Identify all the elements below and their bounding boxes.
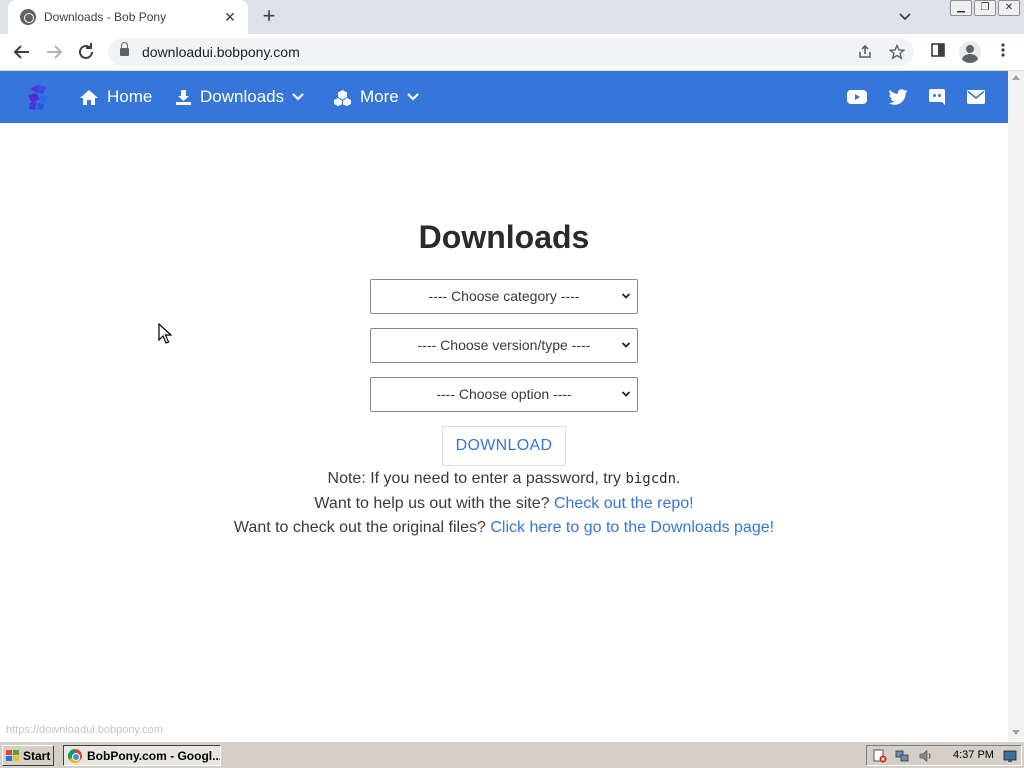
twitter-icon[interactable] [887, 86, 909, 108]
password-note-end: . [676, 470, 681, 487]
download-button[interactable]: DOWNLOAD [442, 426, 566, 466]
repo-note: Want to help us out with the site? Check… [0, 495, 1008, 513]
password-note: Note: If you need to enter a password, t… [0, 470, 1008, 488]
mail-icon[interactable] [965, 86, 987, 108]
discord-icon[interactable] [926, 86, 948, 108]
option-select-value: ---- Choose option ---- [436, 386, 572, 402]
url-text: downloadui.bobpony.com [142, 44, 300, 60]
downloads-page-link[interactable]: Click here to go to the Downloads page! [490, 519, 774, 536]
browser-toolbar: downloadui.bobpony.com [0, 34, 1024, 71]
files-note: Want to check out the original files? Cl… [0, 519, 1008, 537]
minimize-button[interactable]: ▁ [950, 0, 972, 16]
taskbar-chrome-window[interactable]: BobPony.com - Googl... [63, 745, 221, 766]
tab-search-icon[interactable] [896, 8, 914, 26]
chevron-down-icon [621, 342, 631, 348]
kebab-menu-icon[interactable] [993, 42, 1013, 62]
download-icon [176, 89, 191, 105]
files-note-text: Want to check out the original files? [233, 519, 491, 536]
taskbar-clock[interactable]: 4:37 PM [953, 749, 994, 761]
mouse-cursor-icon [158, 323, 172, 344]
password-note-text: Note: If you need to enter a password, t… [327, 470, 626, 487]
start-label: Start [23, 748, 51, 763]
chevron-down-icon [406, 93, 419, 101]
windows-logo-icon [6, 749, 19, 761]
version-select-value: ---- Choose version/type ---- [417, 337, 591, 353]
nav-home[interactable]: Home [79, 71, 152, 123]
chevron-down-icon [292, 93, 304, 101]
taskbar-window-label: BobPony.com - Googl... [87, 748, 221, 763]
side-panel-icon[interactable] [928, 42, 948, 62]
site-navbar: Home Downloads More [0, 71, 1008, 123]
nav-home-label: Home [107, 87, 153, 106]
version-select[interactable]: ---- Choose version/type ---- [370, 328, 638, 363]
os-taskbar: Start BobPony.com - Googl... 4:37 PM [0, 741, 1024, 768]
window-controls: ▁ ❐ ✕ [950, 0, 1020, 16]
close-window-button[interactable]: ✕ [998, 0, 1020, 16]
scroll-up-arrow-icon[interactable] [1012, 75, 1020, 80]
status-bar-url: https://downloadui.bobpony.com [6, 724, 163, 736]
chevron-down-icon [621, 391, 631, 397]
security-alert-icon[interactable] [873, 749, 887, 763]
browser-tab-strip: Downloads - Bob Pony ✕ + ▁ ❐ ✕ [0, 0, 1024, 34]
cubes-icon [334, 89, 351, 106]
show-desktop-icon[interactable] [1003, 749, 1017, 763]
network-icon[interactable] [895, 749, 909, 763]
chrome-icon [68, 748, 82, 763]
volume-icon[interactable] [919, 749, 933, 763]
page-scrollbar[interactable] [1008, 71, 1024, 741]
page-title: Downloads [418, 219, 590, 255]
address-bar[interactable]: downloadui.bobpony.com [108, 38, 914, 66]
scroll-down-arrow-icon[interactable] [1012, 730, 1020, 735]
password-code: bigcdn [625, 471, 677, 487]
browser-tab[interactable]: Downloads - Bob Pony ✕ [8, 0, 248, 34]
profile-avatar-icon[interactable] [959, 41, 981, 63]
new-tab-button[interactable]: + [258, 5, 280, 28]
share-icon[interactable] [856, 44, 874, 62]
nav-more-label: More [360, 87, 399, 106]
forward-button[interactable] [42, 40, 66, 64]
main-content: Downloads ---- Choose category ---- ----… [0, 123, 1008, 741]
repo-note-text: Want to help us out with the site? [314, 495, 554, 512]
nav-downloads[interactable]: Downloads [175, 71, 304, 123]
globe-icon [20, 9, 36, 25]
start-button[interactable]: Start [2, 745, 54, 766]
back-button[interactable] [10, 40, 34, 64]
nav-downloads-label: Downloads [200, 87, 285, 106]
chevron-down-icon [621, 293, 631, 299]
youtube-icon[interactable] [846, 86, 868, 108]
bobpony-logo[interactable] [24, 83, 50, 111]
category-select[interactable]: ---- Choose category ---- [370, 279, 638, 314]
bookmark-star-icon[interactable] [888, 43, 906, 62]
restore-button[interactable]: ❐ [974, 0, 996, 16]
close-tab-button[interactable]: ✕ [222, 9, 238, 25]
nav-more[interactable]: More [333, 71, 419, 123]
home-icon [80, 89, 98, 105]
reload-button[interactable] [74, 40, 98, 64]
option-select[interactable]: ---- Choose option ---- [370, 377, 638, 412]
repo-link[interactable]: Check out the repo! [554, 495, 694, 512]
tab-title: Downloads - Bob Pony [44, 10, 167, 24]
system-tray: 4:37 PM [866, 745, 1022, 766]
lock-icon [120, 42, 129, 57]
category-select-value: ---- Choose category ---- [428, 288, 580, 304]
